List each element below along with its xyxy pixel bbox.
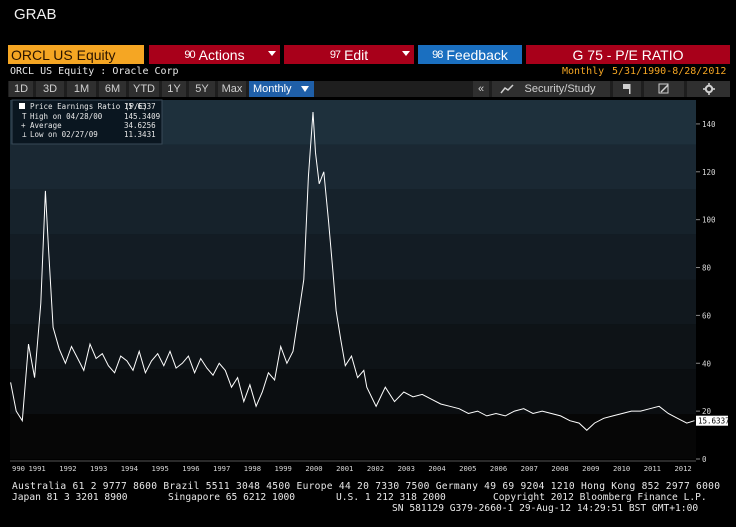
range-1d-button[interactable]: 1D (9, 81, 33, 97)
x-axis: 990 1991 1992 1993 1994 1995 1996 1997 1998 1999 2… (10, 460, 696, 473)
high-marker-icon: T (22, 112, 27, 121)
feedback-label: Feedback (446, 46, 508, 63)
band (10, 144, 696, 190)
y-tick-label: 20 (702, 407, 712, 416)
x-tick-label: 2012 (674, 464, 691, 473)
legend-low-value: 11.3431 (124, 130, 156, 139)
x-tick-label: 2004 (428, 464, 445, 473)
window-title: GRAB (14, 6, 57, 23)
frequency-label: Monthly (253, 83, 292, 95)
legend: Price Earnings Ratio (P/E) 15.6337 T Hig… (11, 99, 163, 145)
actions-menu-label: Actions (198, 46, 245, 63)
x-tick-label: 990 (12, 464, 25, 473)
legend-swatch (19, 103, 25, 109)
frequency-dropdown[interactable]: Monthly (249, 81, 314, 97)
legend-low-label: Low on 02/27/09 (30, 130, 98, 139)
footer-line-2b: Singapore 65 6212 1000 (168, 492, 295, 503)
x-tick-label: 2005 (459, 464, 476, 473)
x-tick-label: 2000 (305, 464, 322, 473)
x-tick-label: 2006 (490, 464, 507, 473)
actions-menu-number: 90 (184, 48, 195, 61)
band (10, 414, 696, 459)
low-marker-icon: ⊥ (22, 130, 27, 139)
x-tick-label: 1999 (275, 464, 292, 473)
last-value-label: 15.6337 (698, 417, 730, 426)
y-axis: 0 20 40 60 80 100 120 140 (696, 120, 716, 464)
ticker-input[interactable]: ORCL US Equity (8, 45, 144, 64)
actions-menu[interactable]: 90 Actions (149, 45, 280, 64)
y-tick-label: 140 (702, 120, 716, 129)
flag-icon (623, 84, 631, 94)
range-6m-button[interactable]: 6M (99, 81, 126, 97)
y-tick-label: 80 (702, 264, 712, 273)
x-tick-label: 1993 (90, 464, 107, 473)
gear-icon (702, 83, 715, 95)
security-name: ORCL US Equity : Oracle Corp (10, 66, 179, 77)
collapse-button[interactable]: « (473, 81, 489, 97)
y-tick-label: 60 (702, 311, 712, 320)
dropdown-arrow-icon (268, 51, 276, 56)
chart-line-icon (500, 84, 514, 94)
legend-high-value: 145.3409 (124, 112, 160, 121)
annotate-button[interactable] (613, 81, 641, 97)
edit-tools-button[interactable] (644, 81, 684, 97)
footer-line-3: SN 581129 G379-2660-1 29-Aug-12 14:29:51… (392, 503, 698, 514)
background-bands (10, 100, 696, 459)
dropdown-arrow-icon (402, 51, 410, 56)
y-tick-label: 120 (702, 168, 716, 177)
edit-menu-label: Edit (344, 46, 369, 63)
last-value-tag: 15.6337 (696, 415, 730, 426)
function-title: G 75 - P/E RATIO (526, 45, 730, 64)
feedback-number: 98 (432, 48, 443, 61)
range-max-button[interactable]: Max (218, 81, 246, 97)
date-range: 5/31/1990-8/28/2012 (612, 66, 727, 77)
feedback-button[interactable]: 98 Feedback (418, 45, 522, 64)
footer-line-1: Australia 61 2 9777 8600 Brazil 5511 304… (12, 481, 720, 492)
x-tick-label: 2008 (551, 464, 568, 473)
x-tick-label: 1996 (182, 464, 199, 473)
x-tick-label: 1994 (121, 464, 138, 473)
band (10, 369, 696, 415)
x-tick-label: 2007 (521, 464, 538, 473)
range-3d-button[interactable]: 3D (36, 81, 64, 97)
x-tick-label: 2001 (336, 464, 353, 473)
range-5y-button[interactable]: 5Y (189, 81, 215, 97)
legend-avg-value: 34.6256 (124, 121, 156, 130)
x-tick-label: 1995 (152, 464, 169, 473)
y-tick-label: 0 (702, 455, 707, 464)
edit-menu-number: 97 (329, 48, 341, 61)
range-1m-button[interactable]: 1M (67, 81, 96, 97)
legend-high-label: High on 04/28/00 (30, 112, 103, 121)
range-ytd-button[interactable]: YTD (129, 81, 159, 97)
x-tick-label: 1998 (244, 464, 261, 473)
pe-ratio-chart: Price Earnings Ratio (P/E) 15.6337 T Hig… (10, 99, 730, 514)
footer-line-2a: Japan 81 3 3201 8900 (12, 492, 128, 503)
security-study-button[interactable]: Security/Study (492, 81, 610, 97)
x-tick-label: 1992 (59, 464, 76, 473)
period-label: Monthly (562, 66, 605, 77)
legend-avg-label: Average (30, 121, 62, 130)
x-tick-label: 1997 (213, 464, 230, 473)
settings-button[interactable] (687, 81, 730, 97)
band (10, 234, 696, 280)
edit-menu[interactable]: 97 Edit (284, 45, 414, 64)
average-marker-icon: + (21, 121, 26, 130)
range-1y-button[interactable]: 1Y (162, 81, 186, 97)
x-tick-label: 2009 (582, 464, 599, 473)
x-tick-label: 2003 (398, 464, 415, 473)
pencil-icon (658, 83, 669, 94)
legend-series-value: 15.6337 (124, 102, 156, 111)
footer-line-2c: U.S. 1 212 318 2000 (336, 492, 446, 503)
band (10, 279, 696, 325)
band (10, 189, 696, 235)
chevron-down-icon (301, 86, 309, 92)
x-tick-label: 2011 (644, 464, 661, 473)
y-tick-label: 100 (702, 216, 716, 225)
x-tick-label: 1991 (28, 464, 45, 473)
security-study-label: Security/Study (524, 83, 596, 95)
x-tick-label: 2002 (367, 464, 384, 473)
y-tick-label: 40 (702, 359, 712, 368)
footer-line-2d: Copyright 2012 Bloomberg Finance L.P. (493, 492, 707, 503)
x-tick-label: 2010 (613, 464, 630, 473)
